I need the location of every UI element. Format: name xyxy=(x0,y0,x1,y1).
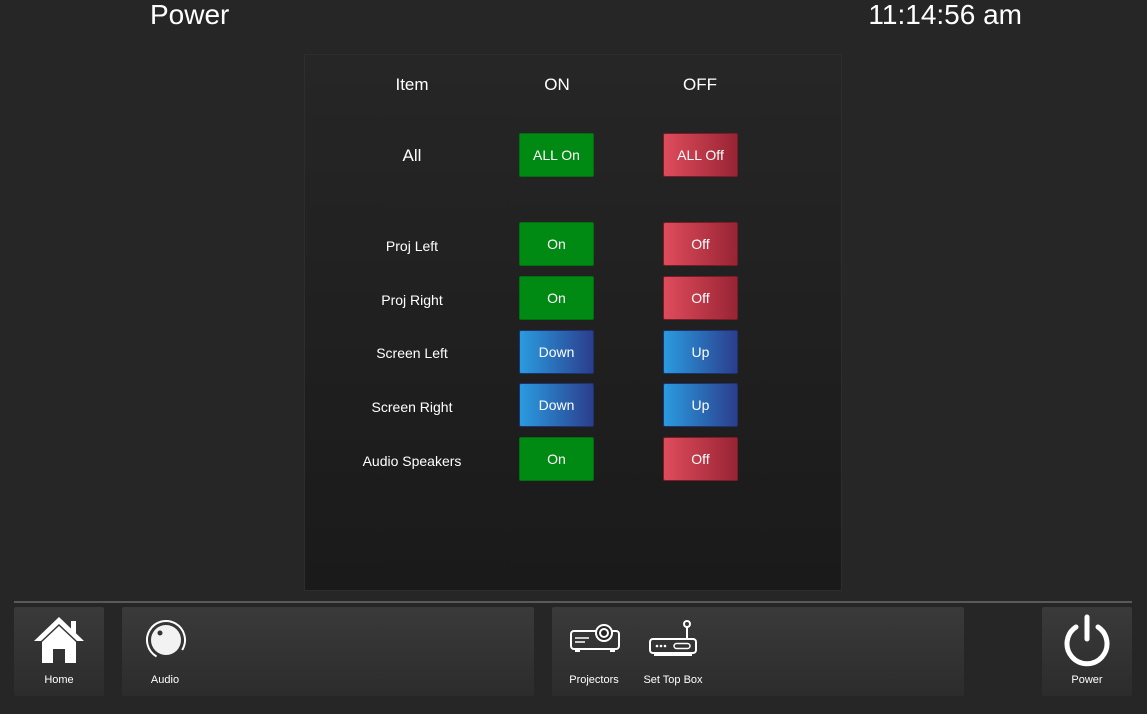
proj-left-on-button[interactable]: On xyxy=(519,222,594,266)
row-label-proj-left: Proj Left xyxy=(385,238,439,254)
proj-right-off-button[interactable]: Off xyxy=(663,276,738,320)
audio-speakers-on-button[interactable]: On xyxy=(519,437,594,481)
row-label-proj-right: Proj Right xyxy=(381,292,443,308)
audio-speakers-off-button[interactable]: Off xyxy=(663,437,738,481)
page-title: Power xyxy=(150,0,230,30)
screen-left-up-button[interactable]: Up xyxy=(663,330,738,374)
clock: 11:14:56 am xyxy=(868,0,1022,30)
power-label: Power xyxy=(1071,674,1103,686)
row-label-audio-speakers: Audio Speakers xyxy=(362,453,462,469)
screen-left-down-button[interactable]: Down xyxy=(519,330,594,374)
proj-left-off-button[interactable]: Off xyxy=(663,222,738,266)
all-off-button[interactable]: ALL Off xyxy=(663,133,738,177)
power-page: Power 11:14:56 am Item ON OFF All ALL On… xyxy=(0,0,1147,714)
audio-label: Audio xyxy=(150,674,180,686)
audio-button[interactable]: Audio xyxy=(135,607,195,696)
column-header-item: Item xyxy=(395,75,429,94)
volume-knob-icon xyxy=(146,620,186,660)
column-header-on: ON xyxy=(544,75,570,94)
all-label: All xyxy=(402,146,422,165)
set-top-box-button[interactable]: Set Top Box xyxy=(638,607,708,696)
projectors-label: Projectors xyxy=(569,674,619,686)
projector-icon xyxy=(570,624,620,652)
set-top-box-label: Set Top Box xyxy=(643,674,703,686)
projectors-button[interactable]: Projectors xyxy=(564,607,624,696)
screen-right-down-button[interactable]: Down xyxy=(519,383,594,427)
column-header-off: OFF xyxy=(683,75,717,94)
divider xyxy=(14,601,1132,603)
row-label-screen-right: Screen Right xyxy=(371,399,453,415)
screen-right-up-button[interactable]: Up xyxy=(663,383,738,427)
proj-right-on-button[interactable]: On xyxy=(519,276,594,320)
home-label: Home xyxy=(44,674,74,686)
home-icon xyxy=(34,617,84,663)
power-nav-button[interactable]: Power xyxy=(1042,607,1132,696)
power-icon xyxy=(1064,614,1110,667)
home-button[interactable]: Home xyxy=(14,607,104,696)
row-label-screen-left: Screen Left xyxy=(376,345,448,361)
all-on-button[interactable]: ALL On xyxy=(519,133,594,177)
set-top-box-icon xyxy=(649,620,697,656)
